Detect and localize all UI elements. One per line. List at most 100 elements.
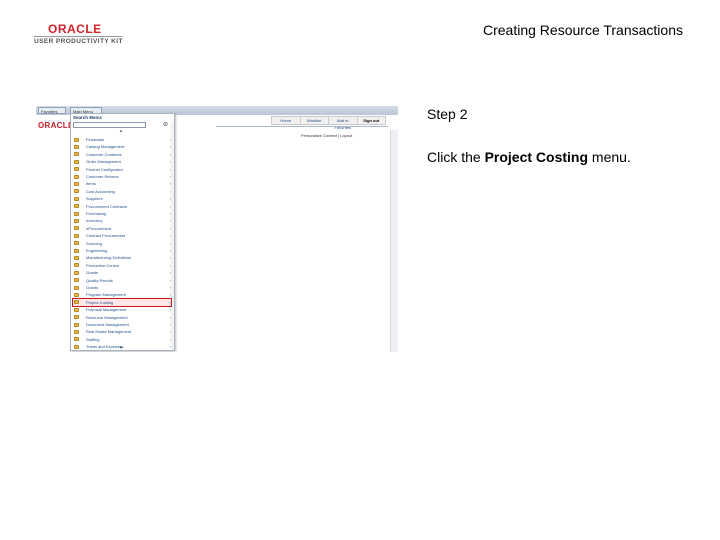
- menu-item-label: Suppliers: [86, 196, 103, 202]
- menu-item[interactable]: Catalog Management ›: [73, 143, 171, 150]
- document-title: Creating Resource Transactions: [483, 22, 683, 38]
- menu-item[interactable]: Proposal Management ›: [73, 306, 171, 313]
- menu-item-label: Inventory: [86, 218, 103, 224]
- menu-item[interactable]: eProcurement ›: [73, 225, 171, 232]
- menu-item[interactable]: Procurement Contracts ›: [73, 203, 171, 210]
- folder-icon: [74, 189, 79, 194]
- menu-item-label: Items: [86, 181, 96, 187]
- menu-item[interactable]: Manufacturing Definitions ›: [73, 254, 171, 261]
- menu-item[interactable]: Purchasing ›: [73, 210, 171, 217]
- chevron-right-icon: ›: [169, 240, 171, 246]
- chevron-right-icon: ›: [169, 336, 171, 342]
- menu-item-label: Customer Contracts: [86, 151, 122, 157]
- menu-item[interactable]: Document Management ›: [73, 321, 171, 328]
- menu-item-label: Document Management: [86, 322, 129, 327]
- folder-icon: [74, 322, 79, 327]
- menu-scrollbar[interactable]: [171, 121, 174, 350]
- chevron-right-icon: ›: [169, 277, 171, 283]
- menu-item[interactable]: Suppliers ›: [73, 195, 171, 202]
- folder-icon: [74, 196, 79, 201]
- folder-icon: [74, 211, 79, 216]
- menu-item[interactable]: Staffing ›: [73, 336, 171, 343]
- menu-item-label: Product Configurator: [86, 166, 123, 172]
- menu-item[interactable]: Quality Results ›: [73, 277, 171, 284]
- folder-icon: [74, 329, 79, 334]
- folder-icon: [74, 159, 79, 164]
- chevron-right-icon: ›: [169, 159, 171, 165]
- menu-item-label: Engineering: [86, 248, 108, 253]
- menu-item[interactable]: Production Control ›: [73, 262, 171, 269]
- chevron-right-icon: ›: [169, 144, 171, 150]
- menu-item-label: Purchasing: [86, 211, 107, 216]
- menu-item-label: Grants: [86, 270, 99, 276]
- menu-item[interactable]: Customer Contracts ›: [73, 151, 171, 158]
- menu-item[interactable]: Contract Procurement ›: [73, 232, 171, 239]
- chevron-right-icon: ›: [169, 262, 171, 268]
- application-screenshot: Favorites Main Menu ORACLE Home Worklist…: [36, 106, 398, 352]
- chevron-right-icon: ›: [169, 203, 171, 209]
- menu-item[interactable]: Grants ›: [73, 269, 171, 276]
- menu-item[interactable]: Real Estate Management ›: [73, 328, 171, 335]
- step-heading: Step 2: [427, 106, 468, 122]
- menu-item-label: Financials: [86, 137, 105, 142]
- folder-icon: [74, 300, 79, 305]
- folder-icon: [74, 152, 79, 157]
- folder-icon: [74, 315, 79, 320]
- menu-item[interactable]: Customer Returns ›: [73, 173, 171, 180]
- folder-icon: [74, 337, 79, 342]
- oracle-logo-text: ORACLE: [48, 22, 102, 36]
- menu-item[interactable]: Cost Accounting ›: [73, 188, 171, 195]
- nav-add-favorites-link[interactable]: Add to Favorites: [329, 117, 358, 130]
- personalize-links[interactable]: Personalize Content | Layout: [301, 133, 352, 138]
- menu-item[interactable]: Resource Management ›: [73, 314, 171, 321]
- search-menu-input[interactable]: [73, 122, 146, 128]
- nav-home-link[interactable]: Home: [272, 117, 301, 124]
- menu-item[interactable]: Order Management ›: [73, 158, 171, 165]
- header-divider: [216, 126, 388, 127]
- menu-item[interactable]: Items ›: [73, 180, 171, 187]
- chevron-right-icon: ›: [169, 329, 171, 335]
- menu-item[interactable]: Grants ›: [73, 284, 171, 291]
- chevron-right-icon: ›: [169, 211, 171, 216]
- folder-icon: [74, 255, 79, 260]
- folder-icon: [74, 307, 79, 312]
- chevron-right-icon: ›: [169, 344, 171, 350]
- instruction-prefix: Click the: [427, 149, 485, 165]
- chevron-right-icon: ›: [169, 248, 171, 253]
- upk-logo-subtitle: USER PRODUCTIVITY KIT: [34, 38, 123, 45]
- folder-icon: [74, 174, 79, 179]
- menu-item[interactable]: Product Configurator ›: [73, 166, 171, 173]
- menu-item[interactable]: Financials ›: [73, 136, 171, 143]
- chevron-right-icon: ›: [169, 225, 171, 231]
- nav-worklist-link[interactable]: Worklist: [301, 117, 329, 124]
- search-go-icon[interactable]: ⊘: [162, 122, 169, 129]
- menu-item-label: Proposal Management: [86, 307, 127, 313]
- chevron-right-icon: ›: [169, 322, 171, 327]
- folder-icon: [74, 248, 79, 253]
- nav-sign-out-link[interactable]: Sign out: [358, 117, 386, 124]
- page-scrollbar[interactable]: [390, 130, 398, 352]
- folder-icon: [74, 241, 79, 246]
- chevron-right-icon: ›: [169, 151, 171, 157]
- chevron-right-icon: ›: [169, 307, 171, 313]
- menu-item[interactable]: Travel and Expenses ›: [73, 343, 171, 350]
- folder-icon: [74, 218, 79, 223]
- step-instruction: Click the Project Costing menu.: [427, 149, 631, 165]
- menu-item-label: Production Control: [86, 262, 120, 268]
- menu-item-label: Project Costing: [86, 299, 114, 305]
- menu-item[interactable]: Sourcing ›: [73, 240, 171, 247]
- chevron-right-icon: ›: [169, 314, 171, 320]
- menu-item-project-costing[interactable]: Project Costing ›: [72, 297, 172, 307]
- chevron-right-icon: ›: [169, 270, 171, 276]
- chevron-right-icon: ›: [169, 255, 171, 261]
- favorites-menu-button[interactable]: Favorites: [38, 107, 66, 114]
- menu-item-label: Contract Procurement: [86, 233, 126, 239]
- chevron-right-icon: ›: [169, 285, 171, 290]
- menu-item[interactable]: Inventory ›: [73, 217, 171, 224]
- folder-icon: [74, 226, 79, 231]
- menu-item[interactable]: Engineering ›: [73, 247, 171, 254]
- instruction-target: Project Costing: [484, 149, 589, 165]
- scroll-up-icon[interactable]: ▲: [119, 128, 123, 133]
- menu-item[interactable]: Program Management ›: [73, 291, 171, 298]
- main-menu-dropdown: Search Menu: ⊘ ▲ ▼ Financials › Catalog Ma…: [70, 113, 175, 351]
